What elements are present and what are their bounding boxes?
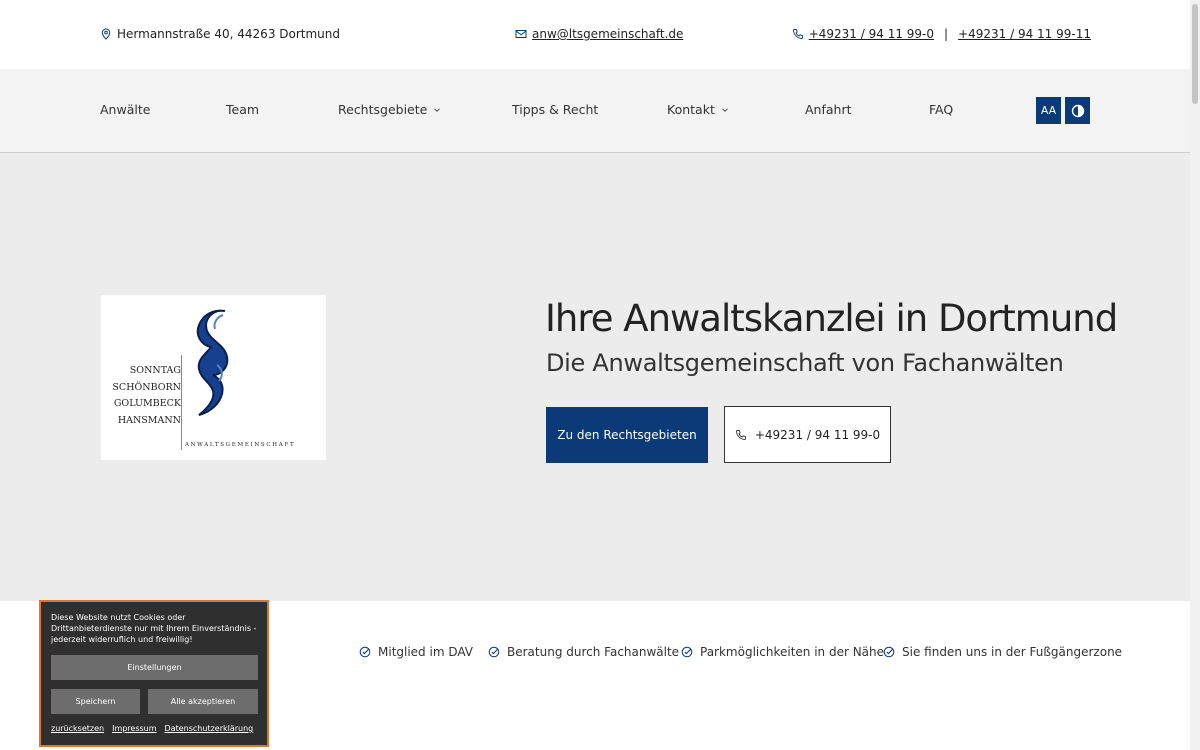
- page-scrollbar[interactable]: [1190, 0, 1200, 750]
- cookie-reset-link[interactable]: zurücksetzen: [51, 724, 104, 733]
- font-size-button[interactable]: AA: [1036, 97, 1061, 124]
- nav-tipps-recht[interactable]: Tipps & Recht: [512, 102, 598, 117]
- phone-link-2[interactable]: +49231 / 94 11 99-11: [958, 27, 1091, 41]
- phone-numbers: +49231 / 94 11 99-0 | +49231 / 94 11 99-…: [792, 27, 1091, 41]
- phone-separator: |: [944, 27, 949, 41]
- feature-item: Mitglied im DAV: [359, 645, 473, 659]
- call-button[interactable]: +49231 / 94 11 99-0: [724, 406, 891, 463]
- rechtsgebiete-button[interactable]: Zu den Rechtsgebieten: [546, 407, 708, 463]
- logo-subtitle: ANWALTSGEMEINSCHAFT: [185, 442, 296, 448]
- cookie-impressum-link[interactable]: Impressum: [112, 724, 156, 733]
- scrollbar-thumb[interactable]: [1192, 4, 1198, 104]
- top-contact-bar: Hermannstraße 40, 44263 Dortmund anw@lts…: [0, 0, 1190, 69]
- font-size-icon: AA: [1040, 104, 1057, 117]
- cookie-banner: Diese Website nutzt Cookies oder Drittan…: [39, 600, 269, 747]
- logo-names: SONNTAG SCHÖNBORN GOLUMBECK HANSMANN: [112, 365, 181, 426]
- nav-rechtsgebiete[interactable]: Rechtsgebiete: [338, 102, 441, 117]
- check-circle-icon: [488, 646, 500, 658]
- main-navigation: Anwälte Team Rechtsgebiete Tipps & Recht…: [0, 69, 1190, 153]
- nav-faq[interactable]: FAQ: [929, 102, 953, 117]
- phone-link-1[interactable]: +49231 / 94 11 99-0: [809, 27, 934, 41]
- contrast-button[interactable]: [1065, 97, 1090, 124]
- page-title: Ihre Anwaltskanzlei in Dortmund: [545, 297, 1118, 340]
- chevron-down-icon: [434, 107, 441, 112]
- chevron-down-icon: [722, 107, 728, 112]
- nav-anfahrt[interactable]: Anfahrt: [805, 102, 852, 117]
- email-link[interactable]: anw@ltsgemeinschaft.de: [532, 27, 683, 41]
- check-circle-icon: [883, 646, 895, 658]
- email: anw@ltsgemeinschaft.de: [515, 27, 683, 41]
- phone-icon: [792, 29, 803, 39]
- cookie-accept-all-button[interactable]: Alle akzeptieren: [148, 689, 258, 714]
- cookie-links: zurücksetzen Impressum Datenschutzerklär…: [51, 724, 253, 733]
- cookie-save-button[interactable]: Speichern: [51, 689, 140, 714]
- check-circle-icon: [681, 646, 693, 658]
- nav-team[interactable]: Team: [226, 102, 259, 117]
- check-circle-icon: [359, 646, 371, 658]
- cookie-privacy-link[interactable]: Datenschutzerklärung: [165, 724, 254, 733]
- location-pin-icon: [101, 28, 111, 40]
- logo-divider: [181, 355, 182, 450]
- page-subtitle: Die Anwaltsgemeinschaft von Fachanwälten: [546, 349, 1064, 377]
- kanzlei-logo[interactable]: SONNTAG SCHÖNBORN GOLUMBECK HANSMANN ANW…: [101, 295, 326, 460]
- contrast-icon: [1071, 104, 1084, 117]
- nav-kontakt[interactable]: Kontakt: [667, 102, 729, 117]
- address: Hermannstraße 40, 44263 Dortmund: [100, 27, 340, 41]
- mail-icon: [515, 30, 527, 38]
- cookie-text: Diese Website nutzt Cookies oder Drittan…: [51, 613, 257, 644]
- address-text: Hermannstraße 40, 44263 Dortmund: [117, 27, 341, 41]
- nav-anwaelte[interactable]: Anwälte: [100, 102, 150, 117]
- phone-icon: [735, 429, 746, 440]
- feature-item: Parkmöglichkeiten in der Nähe: [681, 645, 884, 659]
- feature-item: Beratung durch Fachanwälte: [488, 645, 679, 659]
- feature-item: Sie finden uns in der Fußgängerzone: [883, 645, 1122, 659]
- paragraph-logo-icon: [196, 309, 229, 416]
- hero-section: SONNTAG SCHÖNBORN GOLUMBECK HANSMANN ANW…: [0, 153, 1190, 601]
- cookie-settings-button[interactable]: Einstellungen: [51, 655, 258, 680]
